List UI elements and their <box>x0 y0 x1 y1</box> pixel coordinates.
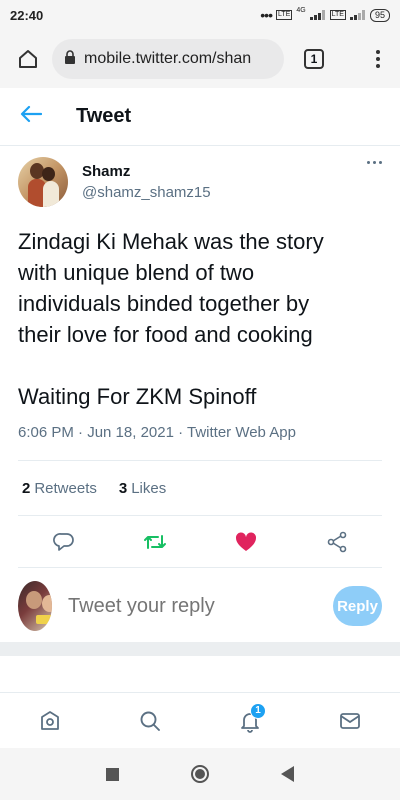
browser-toolbar: mobile.twitter.com/shan 1 <box>0 30 400 88</box>
tweet-actions <box>18 516 382 568</box>
signal-icon-2 <box>349 10 366 20</box>
address-bar[interactable]: mobile.twitter.com/shan <box>52 39 284 79</box>
home-button-icon[interactable] <box>191 765 209 783</box>
reply-icon[interactable] <box>49 527 79 557</box>
url-text: mobile.twitter.com/shan <box>84 50 252 67</box>
lte-icon-2: LTE <box>329 10 346 20</box>
recents-icon[interactable] <box>106 767 119 781</box>
tweet-text-line: individuals binded together by <box>18 291 310 316</box>
likes-label: Likes <box>131 479 167 497</box>
heart-icon[interactable] <box>231 527 261 557</box>
share-icon[interactable] <box>322 527 352 557</box>
network-type-label: 4G <box>296 7 306 14</box>
retweets-count: 2 <box>22 479 31 497</box>
author-display-name[interactable]: Shamz <box>82 163 211 180</box>
tweet-timestamp[interactable]: 6:06 PM · Jun 18, 2021 · Twitter Web App <box>18 424 296 441</box>
likes-stat[interactable]: 3 Likes <box>119 480 166 497</box>
status-bar: 22:40 ••• LTE 4G LTE 95 <box>0 0 400 30</box>
tweet-text-line: their love for food and cooking <box>18 322 313 347</box>
author-handle[interactable]: @shamz_shamz15 <box>82 184 211 201</box>
retweets-label: Retweets <box>34 479 97 497</box>
home-icon[interactable] <box>10 41 46 77</box>
reply-input[interactable] <box>68 594 334 618</box>
reply-composer: Reply <box>18 578 382 634</box>
section-divider <box>0 642 400 656</box>
lte-icon: LTE <box>275 10 293 20</box>
bottom-navigation: 1 <box>0 692 400 748</box>
page-header: Tweet <box>0 88 400 146</box>
explore-icon[interactable] <box>30 701 70 741</box>
more-icon[interactable] <box>367 161 382 209</box>
signal-icon <box>309 10 326 20</box>
tab-switcher-button[interactable]: 1 <box>304 49 324 69</box>
notifications-badge: 1 <box>250 702 266 719</box>
tweet-text: Zindagi Ki Mehak was the story with uniq… <box>18 226 382 412</box>
search-icon[interactable] <box>130 701 170 741</box>
tweet-author: Shamz @shamz_shamz15 <box>18 157 382 209</box>
retweets-stat[interactable]: 2 Retweets <box>22 480 97 497</box>
back-arrow-icon[interactable] <box>20 105 43 128</box>
user-avatar[interactable] <box>18 581 53 631</box>
lock-icon <box>64 49 76 69</box>
tweet-text-line: Zindagi Ki Mehak was the story <box>18 229 324 254</box>
browser-menu-icon[interactable] <box>366 50 390 68</box>
back-icon[interactable] <box>281 766 294 782</box>
messages-icon[interactable] <box>330 701 370 741</box>
tweet-text-line: with unique blend of two <box>18 260 255 285</box>
status-time: 22:40 <box>10 7 44 23</box>
tweet-stats: 2 Retweets 3 Likes <box>18 460 382 516</box>
system-navigation <box>0 748 400 800</box>
page-title: Tweet <box>76 105 132 127</box>
tweet-text-line: Waiting For ZKM Spinoff <box>18 384 257 409</box>
battery-icon: 95 <box>369 8 390 22</box>
reply-button[interactable]: Reply <box>333 586 382 626</box>
notification-dots-icon: ••• <box>260 7 273 23</box>
retweet-icon[interactable] <box>140 527 170 557</box>
author-avatar[interactable] <box>18 157 68 207</box>
likes-count: 3 <box>118 479 128 497</box>
notifications-icon[interactable]: 1 <box>230 701 270 741</box>
status-icons: ••• LTE 4G LTE 95 <box>260 7 390 23</box>
